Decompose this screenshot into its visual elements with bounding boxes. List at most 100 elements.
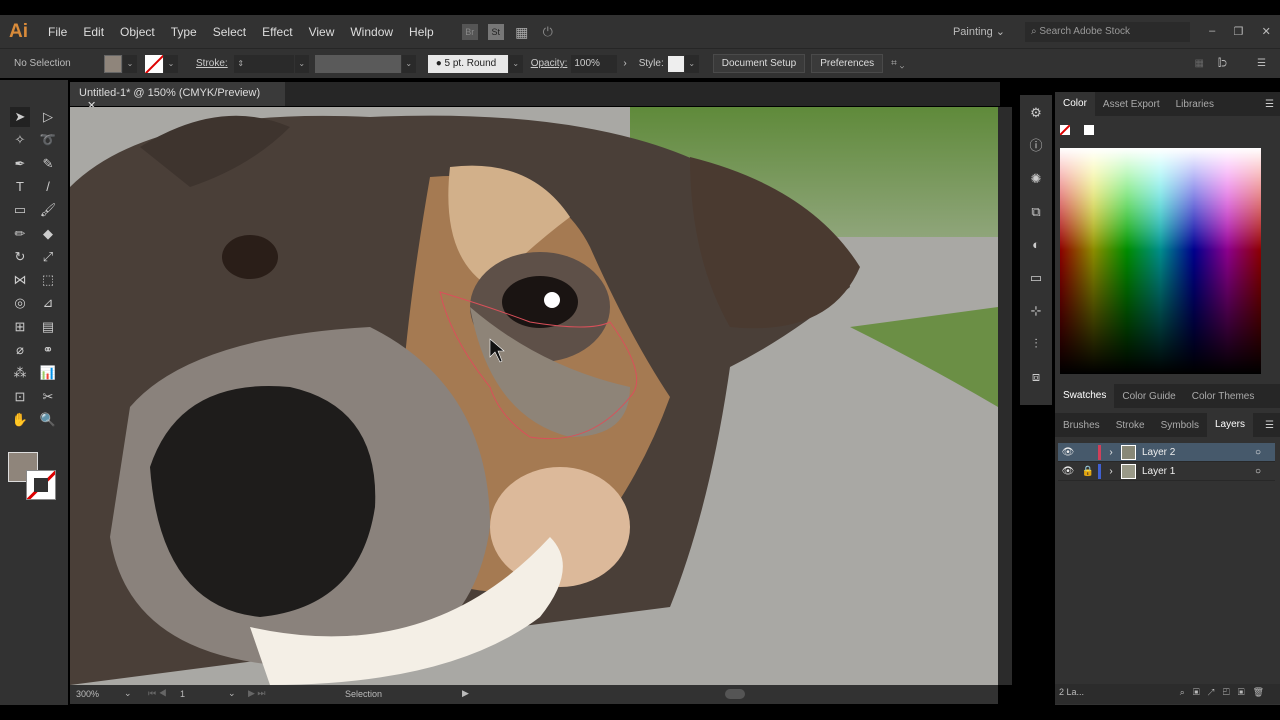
blend-tool-icon[interactable]: ⚭ xyxy=(38,340,58,360)
align-icon[interactable]: ⊹ xyxy=(1026,301,1046,321)
zoom-dropdown-icon[interactable]: ⌄ xyxy=(124,688,132,699)
tab-color-themes[interactable]: Color Themes xyxy=(1184,391,1263,402)
gpu-performance-icon[interactable]: ⏻ xyxy=(540,24,556,40)
fill-dropdown[interactable]: ⌄ xyxy=(123,54,137,73)
pencil-tool-icon[interactable]: ✏ xyxy=(10,224,30,244)
tab-layers[interactable]: Layers xyxy=(1206,413,1253,437)
menu-object[interactable]: Object xyxy=(112,25,163,39)
menu-window[interactable]: Window xyxy=(342,25,401,39)
none-color-swatch[interactable] xyxy=(1060,125,1070,135)
direct-selection-tool-icon[interactable]: ▷ xyxy=(38,107,58,127)
layer-name[interactable]: Layer 2 xyxy=(1142,447,1255,458)
layer-actions-icons[interactable]: ⌕▣↗◰▣🗑 xyxy=(1180,687,1272,698)
stroke-dropdown[interactable]: ⌄ xyxy=(164,54,178,73)
first-artboard-icon[interactable]: ⏮ ◀ xyxy=(148,688,167,699)
hand-tool-icon[interactable]: ✋ xyxy=(10,410,30,430)
menu-file[interactable]: File xyxy=(40,25,75,39)
graphic-style-swatch[interactable] xyxy=(667,55,684,72)
restore-icon[interactable]: ❐ xyxy=(1234,25,1244,38)
eraser-tool-icon[interactable]: ◆ xyxy=(38,224,58,244)
stroke-label[interactable]: Stroke: xyxy=(196,58,228,69)
perspective-grid-tool-icon[interactable]: ⊿ xyxy=(38,293,58,313)
lasso-tool-icon[interactable]: ➰ xyxy=(38,130,58,150)
artboard-dropdown-icon[interactable]: ⌄ xyxy=(228,688,236,699)
color-spectrum[interactable] xyxy=(1060,148,1261,374)
tab-brushes[interactable]: Brushes xyxy=(1055,420,1108,431)
menu-edit[interactable]: Edit xyxy=(75,25,112,39)
stroke-swatch-none[interactable] xyxy=(145,54,163,73)
menu-select[interactable]: Select xyxy=(205,25,254,39)
expand-chevron-icon[interactable]: › xyxy=(1101,447,1121,458)
symbol-sprayer-tool-icon[interactable]: ⁂ xyxy=(10,363,30,383)
select-similar-icon[interactable]: ⌗ ⌄ xyxy=(891,58,904,69)
lock-icon[interactable]: 🔒 xyxy=(1078,466,1098,477)
curvature-tool-icon[interactable]: ✎ xyxy=(38,154,58,174)
mesh-tool-icon[interactable]: ⊞ xyxy=(10,317,30,337)
align-icon[interactable]: ⫿⊃ xyxy=(1218,58,1227,69)
gear-icon[interactable]: ⚙ xyxy=(1026,103,1046,123)
free-transform-tool-icon[interactable]: ⬚ xyxy=(38,270,58,290)
stock-button[interactable]: St xyxy=(487,23,504,40)
opacity-input[interactable]: 100% xyxy=(571,54,618,73)
paintbrush-tool-icon[interactable]: 🖌 xyxy=(38,200,58,220)
horizontal-scrollbar-thumb[interactable] xyxy=(725,689,745,699)
tab-stroke[interactable]: Stroke xyxy=(1108,420,1153,431)
slice-tool-icon[interactable]: ✂ xyxy=(38,387,58,407)
rectangle-tool-icon[interactable]: ▭ xyxy=(10,200,30,220)
artboards-icon[interactable]: ⧈ xyxy=(1026,367,1046,387)
menu-type[interactable]: Type xyxy=(163,25,205,39)
menu-effect[interactable]: Effect xyxy=(254,25,300,39)
magic-wand-tool-icon[interactable]: ✧ xyxy=(10,130,30,150)
selection-tool-icon[interactable]: ➤ xyxy=(10,107,30,127)
brush-icon[interactable]: ✺ xyxy=(1026,169,1046,189)
layers-menu-icon[interactable]: ☰ xyxy=(1265,420,1274,431)
menu-view[interactable]: View xyxy=(301,25,343,39)
tab-swatches[interactable]: Swatches xyxy=(1055,384,1115,408)
visibility-eye-icon[interactable]: 👁 xyxy=(1058,466,1078,477)
panel-menu-icon[interactable]: ☰ xyxy=(1265,99,1274,110)
style-dropdown[interactable]: ⌄ xyxy=(684,54,699,73)
stroke-color-box[interactable] xyxy=(26,470,56,500)
brush-definition[interactable]: ● 5 pt. Round xyxy=(427,54,508,73)
search-stock-input[interactable]: ⌕ Search Adobe Stock xyxy=(1025,21,1190,42)
status-mode[interactable]: Selection xyxy=(345,689,382,699)
tab-asset-export[interactable]: Asset Export xyxy=(1095,99,1168,110)
pen-tool-icon[interactable]: ✒ xyxy=(10,154,30,174)
vertical-scrollbar[interactable] xyxy=(998,107,1012,685)
preferences-button[interactable]: Preferences xyxy=(811,54,884,73)
artboard-canvas[interactable] xyxy=(70,107,998,685)
eyedropper-tool-icon[interactable]: ⌀ xyxy=(10,340,30,360)
tab-libraries[interactable]: Libraries xyxy=(1168,99,1222,110)
appearance-icon[interactable]: ◐ xyxy=(1026,235,1046,255)
target-circle-icon[interactable]: ○ xyxy=(1255,466,1275,477)
white-color-swatch[interactable] xyxy=(1084,125,1094,135)
zoom-level[interactable]: 300% xyxy=(76,689,99,699)
target-circle-icon[interactable]: ○ xyxy=(1255,447,1275,458)
stroke-weight-dropdown[interactable]: ⌄ xyxy=(294,54,309,73)
layer-row[interactable]: 👁 🔒 › Layer 1 ○ xyxy=(1058,462,1275,481)
shape-builder-tool-icon[interactable]: ◎ xyxy=(10,293,30,313)
workspace-switcher[interactable]: Painting ⌄ xyxy=(953,25,1005,38)
artboard-number[interactable]: 1 xyxy=(180,689,185,699)
close-window-icon[interactable]: ✕ xyxy=(1262,25,1271,38)
layer-name[interactable]: Layer 1 xyxy=(1142,466,1255,477)
opacity-arrow-icon[interactable]: › xyxy=(623,58,626,69)
info-icon[interactable]: ⓘ xyxy=(1026,136,1046,156)
visibility-eye-icon[interactable]: 👁 xyxy=(1058,447,1078,458)
arrange-documents-icon[interactable]: ▦ xyxy=(514,24,530,40)
width-tool-icon[interactable]: ⋈ xyxy=(10,270,30,290)
pathfinder-icon[interactable]: ⫶ xyxy=(1026,334,1046,354)
status-menu-arrow-icon[interactable]: ▶ xyxy=(462,688,469,699)
menu-help[interactable]: Help xyxy=(401,25,442,39)
type-tool-icon[interactable]: T xyxy=(10,177,30,197)
transform-icon[interactable]: ⧉ xyxy=(1026,202,1046,222)
scale-tool-icon[interactable]: ⤢ xyxy=(38,247,58,267)
tab-color-guide[interactable]: Color Guide xyxy=(1114,391,1183,402)
fill-swatch[interactable] xyxy=(104,54,122,73)
document-setup-button[interactable]: Document Setup xyxy=(712,54,806,73)
tab-symbols[interactable]: Symbols xyxy=(1153,420,1207,431)
align-grid-icon[interactable]: ▦ xyxy=(1195,58,1204,69)
bridge-button[interactable]: Br xyxy=(461,23,478,40)
graph-tool-icon[interactable]: 📊 xyxy=(38,363,58,383)
minimize-icon[interactable]: – xyxy=(1209,25,1215,38)
